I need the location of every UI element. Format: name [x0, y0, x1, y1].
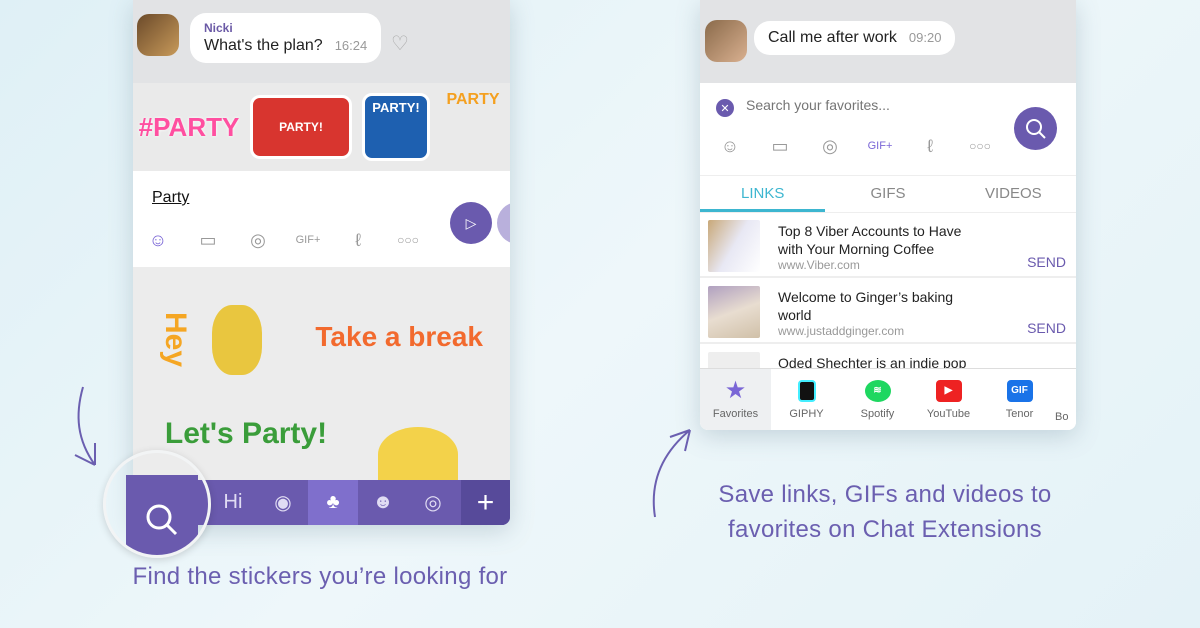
sticker[interactable]: Take a break [298, 287, 483, 387]
extension-label: Favorites [712, 407, 759, 420]
secondary-button[interactable] [497, 202, 510, 244]
camera-icon[interactable]: ◎ [233, 225, 283, 255]
link-url: www.Viber.com [778, 258, 860, 272]
message-text: What's the plan? [204, 37, 323, 54]
search-icon [1025, 118, 1046, 139]
gif-icon[interactable]: GIF+ [283, 225, 333, 255]
left-caption: Find the stickers you’re looking for [132, 563, 508, 590]
extension-label: GIPHY [789, 407, 824, 420]
sticker-suggestions: #PARTY PARTY! PARTY! PARTY [133, 83, 510, 171]
arrow-icon [74, 386, 96, 466]
gif-icon[interactable]: GIF+ [855, 131, 905, 161]
message-time: 09:20 [908, 30, 942, 45]
extension-more[interactable]: Bo [1055, 369, 1075, 430]
sticker-icon[interactable]: ☺ [133, 225, 183, 255]
heart-icon[interactable]: ♡ [391, 31, 409, 56]
right-caption-line1: Save links, GIFs and videos to [718, 481, 1052, 508]
link-url: www.justaddginger.com [778, 324, 905, 338]
search-icon [146, 504, 178, 536]
video-message-button[interactable]: ▷ [450, 202, 492, 244]
magnifier-callout [103, 450, 211, 558]
right-caption-line2: favorites on Chat Extensions [728, 516, 1042, 543]
message-bubble: Nicki What's the plan? 16:24 [190, 13, 382, 63]
sticker-grid: Hey Take a break Let's Party! [133, 267, 510, 482]
sticker-suggestion[interactable]: PARTY! [362, 93, 430, 161]
extension-tenor[interactable]: GIF Tenor [984, 369, 1055, 430]
add-sticker-pack-button[interactable]: + [461, 480, 510, 525]
link-thumbnail [708, 286, 760, 338]
tab-videos[interactable]: VIDEOS [951, 176, 1076, 212]
sticker-pack-girl-icon[interactable]: ☻ [358, 480, 408, 525]
favorites-tabs: LINKS GIFS VIDEOS [700, 175, 1076, 213]
sticker-text: Hey [159, 312, 192, 368]
extension-giphy[interactable]: GIPHY [771, 369, 842, 430]
extension-spotify[interactable]: ≋ Spotify [842, 369, 913, 430]
chat-extensions-bar: ★ Favorites GIPHY ≋ Spotify ▶ YouTube GIF Te… [700, 368, 1076, 430]
send-button[interactable]: SEND [1027, 320, 1066, 336]
sender-name: Nicki [204, 21, 233, 35]
sticker-suggestion[interactable]: PARTY! [250, 95, 352, 159]
star-icon: ★ [724, 376, 747, 404]
link-thumbnail [708, 220, 760, 272]
extension-label: YouTube [926, 407, 971, 420]
gallery-icon[interactable]: ▭ [755, 131, 805, 161]
sticker-icon[interactable]: ☺ [705, 131, 755, 161]
tab-links[interactable]: LINKS [700, 176, 826, 212]
doodle-icon[interactable]: ℓ [905, 131, 955, 161]
link-item[interactable]: Welcome to Ginger’s baking world www.jus… [700, 280, 1076, 344]
sticker-pack-donut-icon[interactable]: ◎ [408, 480, 458, 525]
sticker-suggestion[interactable]: PARTY [438, 91, 508, 163]
message-text: Call me after work [768, 29, 897, 46]
message-composer: Party ☺ ▭ ◎ GIF+ ℓ ○○○ ▷ [133, 172, 510, 267]
gallery-icon[interactable]: ▭ [183, 225, 233, 255]
pineapple-icon [212, 305, 262, 375]
camera-icon[interactable]: ◎ [805, 131, 855, 161]
tenor-icon: GIF [1006, 379, 1033, 402]
link-title: Top 8 Viber Accounts to Have with Your M… [778, 223, 962, 257]
sticker[interactable] [378, 427, 458, 482]
tab-gifs[interactable]: GIFS [825, 176, 950, 212]
sticker-suggestion[interactable]: #PARTY [133, 105, 245, 149]
favorites-phone: Call me after work 09:20 ✕ ☺ ▭ ◎ GIF+ ℓ ○… [700, 0, 1076, 430]
giphy-icon [797, 379, 816, 402]
message-time: 16:24 [334, 38, 368, 53]
avatar [705, 20, 747, 62]
extension-favorites[interactable]: ★ Favorites [700, 369, 771, 430]
sticker-search-button[interactable] [126, 475, 198, 555]
favorites-search-panel: ✕ ☺ ▭ ◎ GIF+ ℓ ○○○ [700, 83, 1076, 175]
sticker-pack-pineapple-icon[interactable]: ♣ [308, 480, 358, 525]
more-icon[interactable]: ○○○ [383, 225, 433, 255]
spotify-icon: ≋ [864, 379, 891, 402]
youtube-icon: ▶ [935, 379, 962, 402]
more-icon[interactable]: ○○○ [955, 131, 1005, 161]
sticker-pack-hi[interactable]: Hi [208, 480, 258, 525]
link-item[interactable]: Top 8 Viber Accounts to Have with Your M… [700, 214, 1076, 278]
search-button[interactable] [1014, 107, 1057, 150]
extension-label: Bo [1055, 411, 1069, 423]
sticker-search-phone: Nicki What's the plan? 16:24 ♡ #PARTY PAR… [133, 0, 510, 525]
doodle-icon[interactable]: ℓ [333, 225, 383, 255]
send-button[interactable]: SEND [1027, 254, 1066, 270]
sticker-pack-warriors-icon[interactable]: ◉ [258, 480, 308, 525]
chat-area: Call me after work 09:20 [700, 0, 1076, 83]
sticker[interactable]: Hey [158, 285, 273, 395]
extension-label: Spotify [860, 407, 895, 420]
message-input[interactable]: Party [152, 189, 189, 207]
extension-label: Tenor [1005, 407, 1034, 420]
avatar [137, 14, 179, 56]
link-title: Welcome to Ginger’s baking world [778, 289, 954, 323]
extension-youtube[interactable]: ▶ YouTube [913, 369, 984, 430]
clear-search-icon[interactable]: ✕ [716, 99, 734, 117]
favorites-search-input[interactable] [746, 97, 946, 113]
message-bubble: Call me after work 09:20 [754, 21, 956, 55]
chat-area: Nicki What's the plan? 16:24 ♡ [133, 0, 510, 83]
